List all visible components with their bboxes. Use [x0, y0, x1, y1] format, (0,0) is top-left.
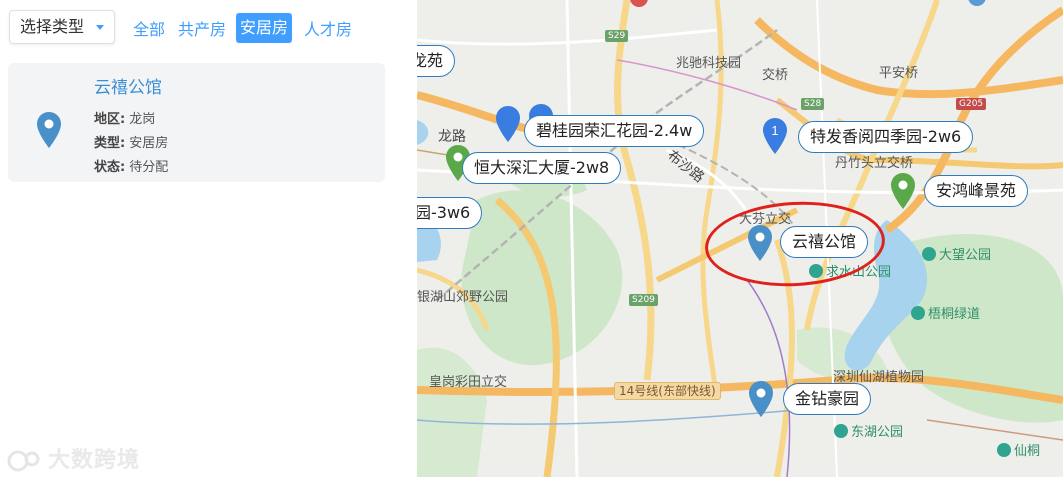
left-panel: 选择类型 全部 共产房 安居房 人才房 云禧公馆 地区: 龙岗 类型: 安居房 状态… [0, 0, 417, 477]
place-label: 平安桥 [879, 66, 919, 81]
marker-badge: 1 [771, 123, 778, 138]
map-marker-icon[interactable]: 1 [762, 117, 788, 155]
park-label: 梧桐绿道 [911, 303, 980, 322]
chevron-down-icon[interactable] [96, 25, 104, 30]
map-marker-icon[interactable] [748, 380, 774, 418]
type-label: 类型: [94, 136, 126, 151]
park-name: 仙桐 [1014, 444, 1041, 459]
road-badge: S28 [801, 98, 825, 110]
district-value: 龙岗 [129, 112, 156, 127]
status-value: 待分配 [129, 160, 169, 175]
result-card[interactable]: 云禧公馆 地区: 龙岗 类型: 安居房 状态: 待分配 [8, 63, 385, 182]
place-label: 丹竹头立交桥 [835, 156, 914, 171]
park-name: 大望公园 [939, 248, 992, 263]
metro-line-badge: 14号线(东部快线) [614, 382, 721, 400]
marker-label[interactable]: 恒大深汇大厦-2w8 [462, 152, 622, 184]
park-label: 东湖公园 [834, 421, 903, 440]
place-label: 皇岗彩田立交 [429, 375, 508, 390]
type-select[interactable]: 选择类型 [9, 10, 115, 44]
location-pin-icon [37, 112, 61, 148]
type-value: 安居房 [129, 136, 169, 151]
park-name: 东湖公园 [851, 425, 904, 440]
map-marker-icon[interactable] [890, 172, 916, 210]
park-icon [834, 424, 848, 438]
watermark-logo-icon [7, 450, 40, 472]
result-district: 地区: 龙岗 [94, 108, 155, 127]
marker-label[interactable]: 龙苑 [417, 45, 456, 77]
road-badge: S209 [629, 294, 658, 306]
marker-label[interactable]: 特发香阅四季园-2w6 [798, 121, 974, 153]
filter-rencai[interactable]: 人才房 [304, 16, 352, 44]
result-status: 状态: 待分配 [94, 156, 168, 175]
place-label: 交桥 [762, 68, 789, 83]
marker-label[interactable]: 金钻豪园 [783, 383, 872, 415]
park-icon [997, 443, 1011, 457]
watermark-text: 大数跨境 [48, 448, 141, 473]
marker-label[interactable]: 碧桂园荣汇花园-2.4w [524, 115, 705, 147]
place-label: 兆驰科技园 [676, 56, 742, 71]
park-label: 大望公园 [922, 244, 991, 263]
park-name: 梧桐绿道 [928, 307, 981, 322]
marker-label[interactable]: 花园-3w6 [417, 197, 483, 229]
place-label: 银湖山郊野公园 [417, 290, 509, 305]
watermark: 大数跨境 [6, 442, 140, 474]
park-icon [922, 247, 936, 261]
park-icon [911, 306, 925, 320]
district-label: 地区: [94, 112, 126, 127]
result-type: 类型: 安居房 [94, 132, 168, 151]
road-badge: G205 [956, 98, 987, 110]
filter-anju[interactable]: 安居房 [236, 13, 293, 43]
status-label: 状态: [94, 160, 126, 175]
marker-label[interactable]: 安鸿峰景苑 [924, 175, 1029, 207]
map-marker-icon[interactable] [495, 105, 521, 143]
map-view[interactable]: 兆驰科技园 交桥 平安桥 丹竹头立交桥 大芬立交 布沙路 龙路 银湖山郊野公园 … [417, 0, 1063, 477]
result-name[interactable]: 云禧公馆 [94, 73, 162, 98]
park-label: 仙桐 [997, 440, 1040, 459]
filter-gongchan[interactable]: 共产房 [178, 16, 226, 44]
filter-all[interactable]: 全部 [133, 16, 165, 44]
type-select-label: 选择类型 [20, 17, 85, 36]
road-badge: S29 [605, 30, 629, 42]
road-label: 龙路 [438, 129, 466, 145]
